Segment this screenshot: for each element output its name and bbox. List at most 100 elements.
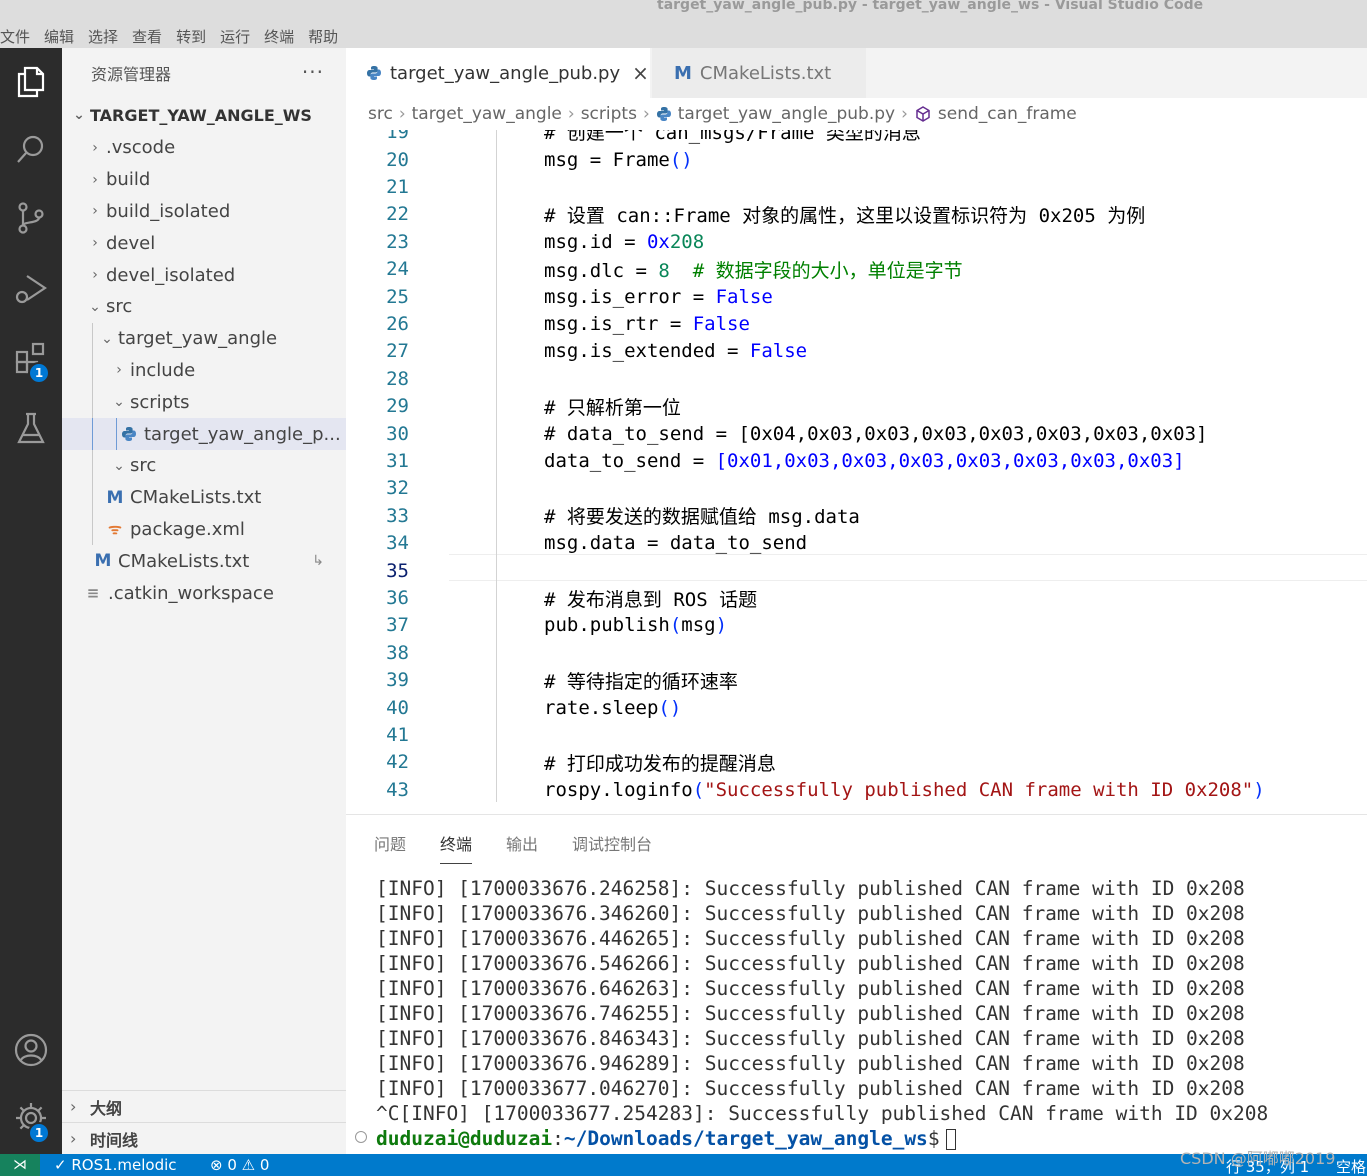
problems-status[interactable]: ⊗ 0 ⚠ 0 [210,1156,269,1174]
tab-label: CMakeLists.txt [699,62,832,84]
rss-file-icon: ᯤ [108,520,122,539]
chevron-down-icon: ⌄ [101,330,113,347]
breadcrumb-item[interactable]: send_can_frame [938,104,1077,124]
code-bracket: ( [692,778,705,801]
code-comment: # 发布消息到 ROS 话题 [544,588,758,611]
tree-folder-build-isolated[interactable]: › build_isolated [62,196,346,228]
code-line: 30 # data_to_send = [0x04,0x03,0x03,0x03… [346,420,1367,447]
explorer-sidebar: 资源管理器 ··· ⌄ TARGET_YAW_ANGLE_WS › .vscod… [62,48,346,1154]
prompt-symbol: $ [927,1127,940,1150]
tree-folder-devel-isolated[interactable]: › devel_isolated [62,259,346,291]
csdn-watermark: CSDN @阿嘟嘟2019 [1180,1149,1336,1168]
terminal-output[interactable]: [INFO] [1700033676.246258]: Successfully… [376,877,1268,1152]
more-actions-icon[interactable]: ··· [302,60,324,84]
tree-item-label: .catkin_workspace [108,582,274,604]
tree-file-catkin-workspace[interactable]: ≡ .catkin_workspace [62,577,346,609]
line-number: 26 [386,313,409,336]
menu-terminal[interactable]: 终端 [264,26,294,47]
status-bar: ⋊ ✓ ROS1.melodic ⊗ 0 ⚠ 0 行 35，列 1 空格 [0,1154,1367,1176]
tree-file-cmakelists-pkg[interactable]: M CMakeLists.txt [62,481,346,514]
workspace-root[interactable]: ⌄ TARGET_YAW_ANGLE_WS [62,98,346,132]
indentation-status[interactable]: 空格 [1336,1156,1366,1176]
tree-item-label: build_isolated [106,200,231,222]
python-file-icon [366,65,382,81]
code-bracket: ( [669,614,682,637]
menu-run[interactable]: 运行 [220,26,250,47]
terminal-line: [INFO] [1700033676.346260]: Successfully… [376,902,1245,925]
line-number: 37 [386,614,409,637]
code-line: 41 [346,721,1367,748]
python-file-icon [118,426,140,442]
tree-folder-build[interactable]: › build [62,164,346,196]
testing-icon[interactable] [0,400,62,456]
terminal-line: [INFO] [1700033676.546266]: Successfully… [376,952,1245,975]
tree-folder-devel[interactable]: › devel [62,227,346,259]
timeline-section[interactable]: › 时间线 [62,1122,346,1154]
tab-target-yaw-angle-pub[interactable]: target_yaw_angle_pub.py × [346,48,650,98]
indent-guide [116,418,117,450]
extensions-icon[interactable]: 1 [0,330,62,386]
tree-folder-vscode[interactable]: › .vscode [62,132,346,164]
chevron-right-icon: › [116,362,122,379]
code-text: msg = Frame [544,148,670,171]
tree-folder-src[interactable]: ⌄ src [62,291,346,323]
menu-selection[interactable]: 选择 [88,26,118,47]
code-text: msg.is_rtr = [544,313,693,336]
breadcrumb-item[interactable]: target_yaw_angle_pub.py [678,104,895,124]
command-status-circle-icon [355,1131,367,1143]
run-debug-icon[interactable] [0,260,62,316]
breadcrumb-item[interactable]: target_yaw_angle [412,104,562,124]
code-editor[interactable]: 19 # 创建一个 can_msgs/Frame 类型的消息 20 msg = … [346,130,1367,802]
terminal-line: [INFO] [1700033677.046270]: Successfully… [376,1077,1245,1100]
outline-section[interactable]: › 大纲 [62,1090,346,1122]
manage-gear-icon[interactable]: 1 [0,1090,62,1146]
remote-icon[interactable]: ⋊ [0,1154,40,1176]
menu-go[interactable]: 转到 [176,26,206,47]
tree-file-package-xml[interactable]: ᯤ package.xml [62,513,346,546]
terminal-line: [INFO] [1700033676.646263]: Successfully… [376,977,1245,1000]
explorer-icon[interactable] [0,54,62,110]
tree-file-cmakelists-src[interactable]: M CMakeLists.txt ↳ [62,545,346,577]
tree-folder-include[interactable]: › include [62,354,346,387]
tab-cmakelists[interactable]: M CMakeLists.txt [652,48,866,98]
line-number: 20 [386,148,409,171]
line-number: 21 [386,176,409,199]
tab-problems[interactable]: 问题 [374,831,406,864]
cmake-file-icon: M [94,551,112,572]
source-control-icon[interactable] [0,190,62,246]
tree-folder-src-inner[interactable]: ⌄ src [62,449,346,482]
explorer-title: 资源管理器 [91,65,172,84]
tree-item-label: build [106,169,151,191]
ros-status[interactable]: ✓ ROS1.melodic [54,1156,177,1174]
line-number: 27 [386,340,409,363]
tab-debug-console[interactable]: 调试控制台 [572,831,652,864]
breadcrumb-item[interactable]: scripts [581,104,637,124]
cmake-file-icon: M [106,487,124,508]
tab-terminal[interactable]: 终端 [440,831,473,864]
menu-file[interactable]: 文件 [0,26,30,47]
breadcrumb-item[interactable]: src [368,104,393,124]
code-line: 21 [346,173,1367,200]
tree-item-label: target_yaw_angle_p... [144,423,341,445]
menu-help[interactable]: 帮助 [308,26,338,47]
indent-guide [92,354,93,387]
tree-folder-target-yaw-angle[interactable]: ⌄ target_yaw_angle [62,322,346,355]
code-bracket: () [669,148,693,171]
menu-view[interactable]: 查看 [132,26,162,47]
search-icon[interactable] [0,122,62,178]
code-keyword: False [692,313,750,336]
tree-item-label: scripts [130,391,190,413]
manage-badge: 1 [28,1122,50,1144]
tree-file-target-yaw-angle-pub[interactable]: target_yaw_angle_p... [62,418,346,450]
code-line: 26 msg.is_rtr = False [346,310,1367,337]
code-line: 36 # 发布消息到 ROS 话题 [346,584,1367,611]
line-number: 41 [386,724,409,747]
code-text: msg.data = data_to_send [544,532,808,555]
menu-edit[interactable]: 编辑 [44,26,74,47]
tree-folder-scripts[interactable]: ⌄ scripts [62,386,346,419]
tab-output[interactable]: 输出 [506,831,538,864]
close-icon[interactable]: × [632,61,649,85]
code-comment: # 创建一个 can_msgs/Frame 类型的消息 [544,130,921,145]
code-hex-prefix: 0x [646,230,670,253]
account-icon[interactable] [0,1022,62,1078]
